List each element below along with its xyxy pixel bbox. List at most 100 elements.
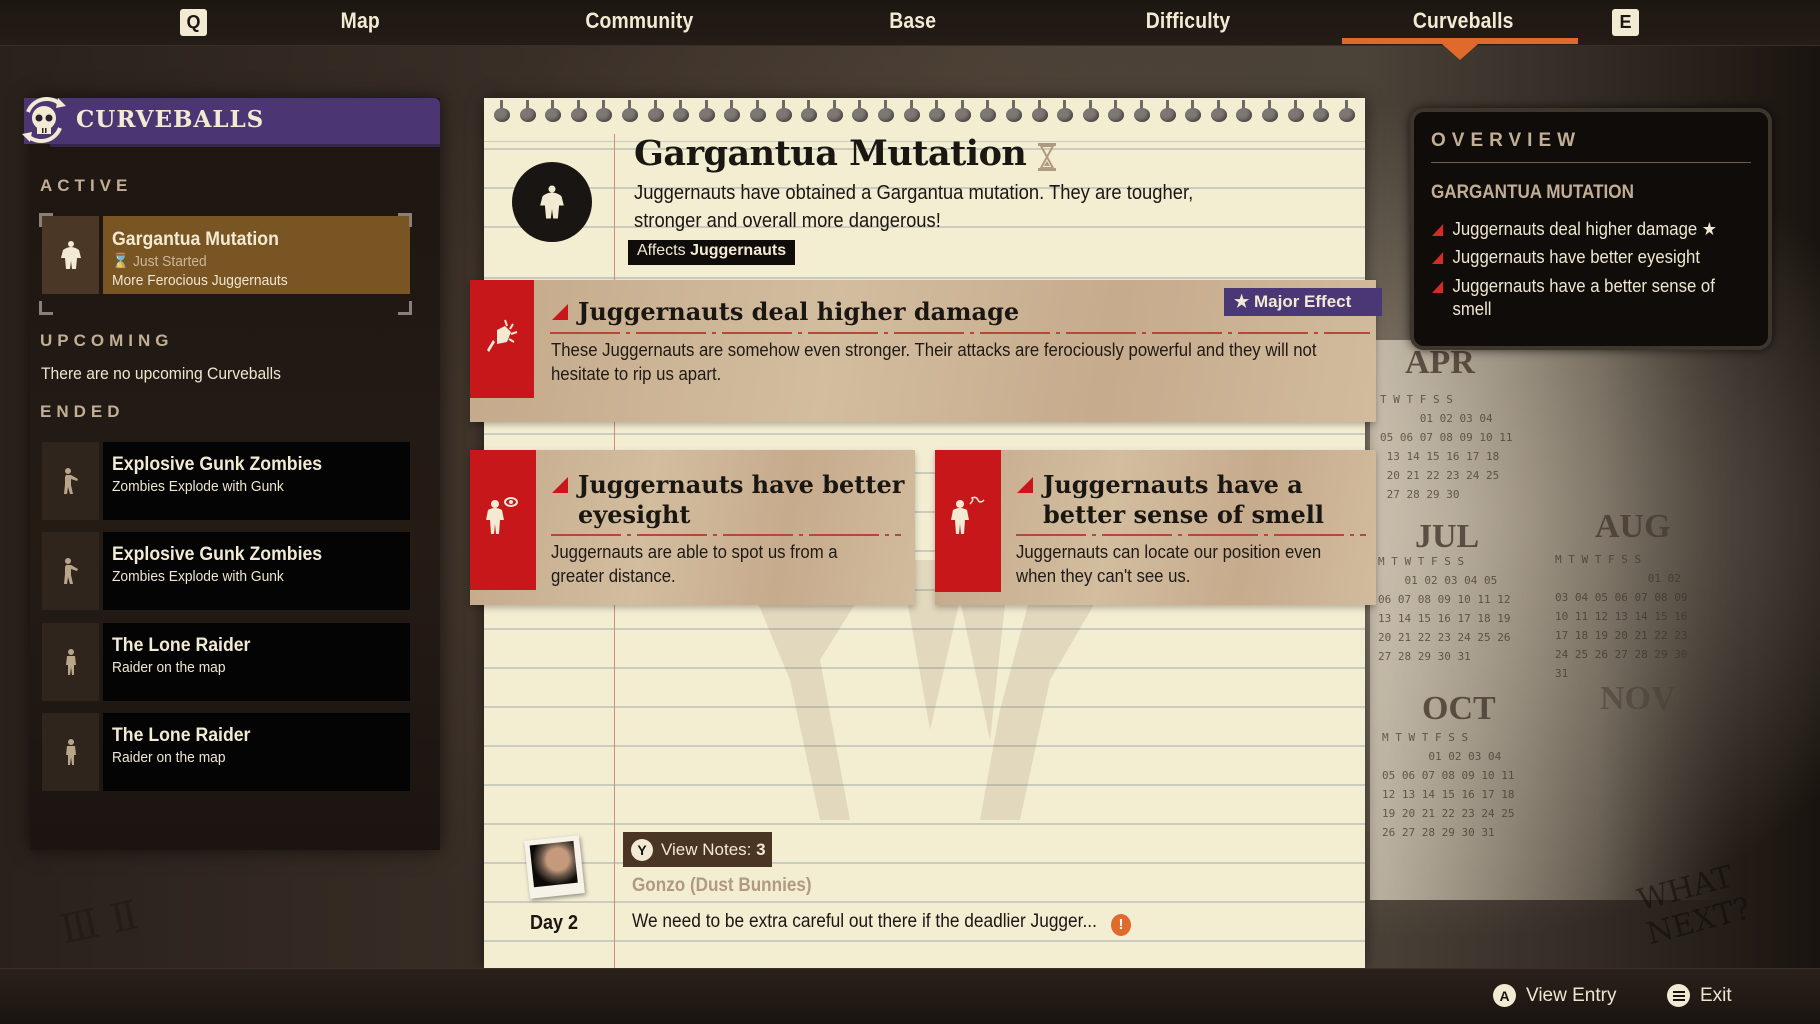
calendar-days: M T W T F S S 01 02 03 04 05 06 07 08 09… [1378, 555, 1511, 663]
selection-corner [39, 301, 53, 315]
effect-divider [550, 332, 1370, 334]
curveball-title: Explosive Gunk Zombies [112, 544, 323, 565]
spiral-ring [1159, 100, 1176, 122]
exit-button[interactable]: Exit [1667, 984, 1732, 1007]
spiral-ring [1031, 100, 1048, 122]
curveball-item-active[interactable]: Gargantua Mutation ⌛ Just Started More F… [42, 216, 410, 294]
selection-corner [398, 301, 412, 315]
upcoming-empty-message: There are no upcoming Curveballs [41, 364, 281, 383]
spiral-ring [1210, 100, 1227, 122]
spiral-ring [903, 100, 920, 122]
calendar-month: AUG [1595, 508, 1671, 545]
star-icon: ★ [1701, 219, 1717, 239]
effect-title: Juggernauts deal higher damage [578, 297, 1020, 326]
effect-marker-icon [1432, 281, 1444, 293]
spiral-ring [775, 100, 792, 122]
curveball-subtitle: Zombies Explode with Gunk [112, 568, 284, 585]
curveball-item-ended[interactable]: The Lone Raider Raider on the map [42, 713, 410, 791]
effect-description: Juggernauts can locate our position even… [1016, 542, 1322, 586]
spiral-ring [750, 100, 766, 122]
zombie-icon [63, 558, 78, 584]
curveball-title: Explosive Gunk Zombies [112, 454, 323, 475]
overview-title: OVERVIEW [1431, 130, 1582, 151]
effect-description: These Juggernauts are somehow even stron… [551, 340, 1317, 384]
spiral-ring [1185, 100, 1202, 122]
spiral-ring [1338, 100, 1355, 122]
section-label-upcoming: UPCOMING [40, 331, 174, 350]
curveball-detail-description: Juggernauts have obtained a Gargantua mu… [634, 182, 1194, 232]
juggernaut-icon [540, 185, 564, 219]
calendar-month: NOV [1600, 680, 1676, 717]
spiral-ring [801, 100, 818, 122]
curveball-item-ended[interactable]: Explosive Gunk Zombies Zombies Explode w… [42, 442, 410, 520]
next-tab-key[interactable]: E [1612, 9, 1639, 36]
curveball-detail-title: Gargantua Mutation [634, 133, 1027, 174]
spiral-ring [826, 100, 843, 122]
tab-community[interactable]: Community [585, 8, 693, 34]
curveball-item-ended[interactable]: Explosive Gunk Zombies Zombies Explode w… [42, 532, 410, 610]
selection-corner [398, 213, 412, 227]
spiral-ring [673, 100, 690, 122]
tab-base[interactable]: Base [889, 8, 936, 34]
skull-curveball-icon [22, 96, 66, 144]
raider-icon [65, 649, 76, 675]
journal-note: We need to be extra careful out there if… [632, 911, 1097, 932]
curveball-subtitle: Raider on the map [112, 659, 226, 676]
curveball-emblem [512, 162, 592, 242]
spiral-ring [647, 100, 664, 122]
spiral-ring [929, 100, 946, 122]
affects-tag: Affects Juggernauts [628, 240, 796, 265]
spiral-ring [878, 100, 894, 122]
view-notes-button[interactable]: Y View Notes: 3 [623, 832, 772, 867]
selection-corner [39, 213, 53, 227]
effect-marker-icon [552, 477, 568, 493]
major-effect-badge: ★ Major Effect [1224, 288, 1382, 316]
view-entry-button[interactable]: A View Entry [1493, 984, 1616, 1007]
overview-item: Juggernauts have better eyesight [1432, 246, 1730, 269]
journal-day: Day 2 [530, 912, 579, 934]
tab-curveballs[interactable]: Curveballs [1413, 8, 1514, 34]
spiral-ring [980, 100, 997, 122]
curveball-title: The Lone Raider [112, 635, 251, 656]
overview-item: Juggernauts deal higher damage ★ [1432, 218, 1730, 241]
y-button-icon: Y [631, 838, 653, 861]
calendar-days: T W T F S S 01 02 03 04 05 06 07 08 09 1… [1380, 393, 1513, 501]
effect-description: Juggernauts are able to spot us from a g… [551, 542, 838, 586]
prev-tab-key[interactable]: Q [180, 9, 207, 36]
curveball-subtitle: Raider on the map [112, 749, 226, 766]
fist-icon [487, 319, 518, 352]
journal-author: Gonzo (Dust Bunnies) [632, 875, 812, 896]
effect-marker-icon [1017, 477, 1033, 493]
active-tab-caret [1442, 44, 1478, 60]
spiral-ring [1134, 100, 1150, 122]
effect-title: Juggernauts have better eyesight [578, 470, 905, 529]
eye-icon [486, 497, 518, 534]
spiral-ring [954, 100, 971, 122]
tab-map[interactable]: Map [341, 8, 380, 34]
effect-marker-icon [552, 304, 568, 320]
juggernaut-icon [60, 241, 81, 269]
smell-icon [951, 496, 985, 534]
calendar-days: M T W T F S S 01 02 03 04 05 06 07 08 09… [1555, 553, 1688, 680]
effect-title: Juggernauts have a better sense of smell [1043, 470, 1324, 529]
hourglass-icon: ⌛ [112, 253, 130, 270]
sidebar-header-divider [50, 144, 440, 147]
spiral-ring [570, 100, 587, 122]
spiral-ring [545, 100, 562, 122]
spiral-ring [1262, 100, 1278, 122]
section-label-ended: ENDED [40, 402, 125, 421]
calendar-days: M T W T F S S 01 02 03 04 05 06 07 08 09… [1382, 731, 1515, 839]
a-button-icon: A [1493, 984, 1516, 1007]
spiral-ring [1082, 100, 1099, 122]
spiral-ring [1006, 100, 1022, 122]
effect-divider [1016, 534, 1366, 536]
curveball-subtitle: Zombies Explode with Gunk [112, 478, 284, 495]
effect-divider [551, 534, 901, 536]
effect-marker-icon [1432, 224, 1444, 236]
effect-marker-icon [1432, 252, 1444, 264]
curveball-status: ⌛ Just Started [112, 253, 207, 270]
curveball-item-ended[interactable]: The Lone Raider Raider on the map [42, 623, 410, 701]
tab-difficulty[interactable]: Difficulty [1146, 8, 1231, 34]
hourglass-icon [1038, 143, 1056, 171]
curveball-subtitle: More Ferocious Juggernauts [112, 272, 288, 289]
